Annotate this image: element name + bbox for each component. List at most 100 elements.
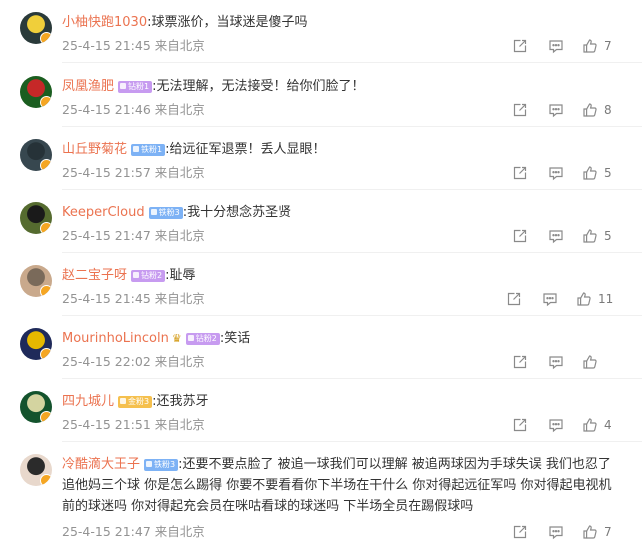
like-button[interactable]: 7: [582, 524, 612, 540]
badge-label: 铁粉3: [158, 208, 180, 217]
reply-button[interactable]: [548, 38, 564, 54]
user-avatar[interactable]: [20, 139, 52, 171]
share-button[interactable]: [512, 417, 528, 433]
like-button[interactable]: 5: [582, 228, 612, 244]
badge-label: 铁粉1: [141, 145, 163, 154]
comment-location: 来自北京: [154, 417, 205, 432]
username-link[interactable]: KeeperCloud: [62, 205, 145, 220]
comment-divider: [62, 441, 642, 442]
username-link[interactable]: 山丘野菊花: [62, 142, 127, 157]
fan-level-badge[interactable]: 钻粉2: [131, 270, 166, 282]
thumbs-up-icon: [582, 524, 598, 540]
comment-text-line: MourinhoLincoln ♛ 钻粉2:笑话: [62, 328, 622, 349]
badge-label: 钻粉2: [195, 334, 217, 343]
comment-meta: 25-4-15 21:45 来自北京: [62, 291, 205, 307]
username-link[interactable]: 凤凰渔肥: [62, 79, 114, 94]
comment-actions: 8: [452, 102, 622, 118]
badge-label: 铁粉3: [154, 460, 176, 469]
like-button[interactable]: 11: [576, 291, 613, 307]
fan-level-badge[interactable]: 铁粉1: [131, 144, 166, 156]
comment-location: 来自北京: [154, 291, 205, 306]
badge-label: 钻粉1: [128, 82, 150, 91]
reply-button[interactable]: [548, 354, 564, 370]
badge-icon: [133, 272, 140, 278]
comment-body: 四九城儿 金粉3:还我苏牙: [62, 391, 622, 412]
reply-button[interactable]: [548, 102, 564, 118]
comment-icon: [548, 228, 564, 244]
user-avatar[interactable]: [20, 265, 52, 297]
username-link[interactable]: 冷酷滴大王子: [62, 457, 140, 472]
comment-time: 25-4-15 21:45: [62, 38, 151, 53]
badge-icon: [146, 461, 153, 467]
comment-text-line: 山丘野菊花 铁粉1:给远征军退票！丢人显眼！: [62, 139, 622, 160]
reply-button[interactable]: [548, 165, 564, 181]
comment-actions: 4: [452, 417, 622, 433]
user-avatar[interactable]: [20, 12, 52, 44]
like-button[interactable]: 5: [582, 165, 612, 181]
like-button[interactable]: 8: [582, 102, 612, 118]
comment-divider: [62, 189, 642, 190]
share-icon: [512, 354, 528, 370]
comment-icon: [548, 165, 564, 181]
user-avatar[interactable]: [20, 76, 52, 108]
badge-icon: [133, 146, 140, 152]
share-button[interactable]: [506, 291, 522, 307]
comment-time: 25-4-15 21:46: [62, 102, 151, 117]
comment-divider: [62, 62, 642, 63]
comment-location: 来自北京: [154, 354, 205, 369]
comment-content: :球票涨价，当球迷是傻子吗: [147, 15, 308, 30]
share-icon: [512, 417, 528, 433]
comment-content: :给远征军退票！丢人显眼！: [165, 142, 326, 157]
fan-level-badge[interactable]: 钻粉2: [185, 333, 220, 345]
comment-meta: 25-4-15 21:51 来自北京: [62, 417, 205, 433]
comment-time: 25-4-15 21:47: [62, 228, 151, 243]
comment-icon: [542, 291, 558, 307]
username-link[interactable]: 小柚快跑1030: [62, 15, 147, 30]
reply-button[interactable]: [548, 417, 564, 433]
comment-content: :笑话: [219, 331, 251, 346]
share-icon: [512, 102, 528, 118]
comment-body: 凤凰渔肥 钻粉1:无法理解，无法接受！给你们脸了！: [62, 76, 622, 97]
comment-location: 来自北京: [154, 228, 205, 243]
reply-button[interactable]: [542, 291, 558, 307]
share-button[interactable]: [512, 165, 528, 181]
like-count: 7: [604, 39, 612, 53]
user-avatar[interactable]: [20, 328, 52, 360]
like-button[interactable]: [582, 354, 604, 370]
comment-meta: 25-4-15 21:45 来自北京: [62, 38, 205, 54]
share-button[interactable]: [512, 524, 528, 540]
thumbs-up-icon: [582, 417, 598, 433]
user-avatar[interactable]: [20, 391, 52, 423]
fan-level-badge[interactable]: 铁粉3: [148, 207, 183, 219]
fan-level-badge[interactable]: 铁粉3: [144, 459, 179, 471]
comment-location: 来自北京: [154, 102, 205, 117]
share-button[interactable]: [512, 354, 528, 370]
share-button[interactable]: [512, 228, 528, 244]
badge-label: 钻粉2: [141, 271, 163, 280]
comment-divider: [62, 252, 642, 253]
comment-text-line: 冷酷滴大王子 铁粉3:还要不要点脸了 被追一球我们可以理解 被追两球因为手球失误 …: [62, 454, 622, 517]
reply-button[interactable]: [548, 228, 564, 244]
comment-actions: 7: [452, 38, 622, 54]
comment-location: 来自北京: [154, 165, 205, 180]
comment-meta: 25-4-15 21:47 来自北京: [62, 228, 205, 244]
comment-body: MourinhoLincoln ♛ 钻粉2:笑话: [62, 328, 622, 349]
user-avatar[interactable]: [20, 202, 52, 234]
fan-level-badge[interactable]: 金粉3: [118, 396, 153, 408]
comment-text-line: KeeperCloud 铁粉3:我十分想念苏圣贤: [62, 202, 622, 223]
like-button[interactable]: 4: [582, 417, 612, 433]
reply-button[interactable]: [548, 524, 564, 540]
share-button[interactable]: [512, 38, 528, 54]
user-avatar[interactable]: [20, 454, 52, 486]
username-link[interactable]: 赵二宝子呀: [62, 268, 127, 283]
badge-icon: [120, 83, 127, 89]
like-count: 4: [604, 418, 612, 432]
share-button[interactable]: [512, 102, 528, 118]
like-button[interactable]: 7: [582, 38, 612, 54]
comment-body: 小柚快跑1030:球票涨价，当球迷是傻子吗: [62, 12, 622, 33]
username-link[interactable]: 四九城儿: [62, 394, 114, 409]
comment-actions: 5: [452, 165, 622, 181]
fan-level-badge[interactable]: 钻粉1: [118, 81, 153, 93]
comment-body: 山丘野菊花 铁粉1:给远征军退票！丢人显眼！: [62, 139, 622, 160]
username-link[interactable]: MourinhoLincoln: [62, 331, 169, 346]
